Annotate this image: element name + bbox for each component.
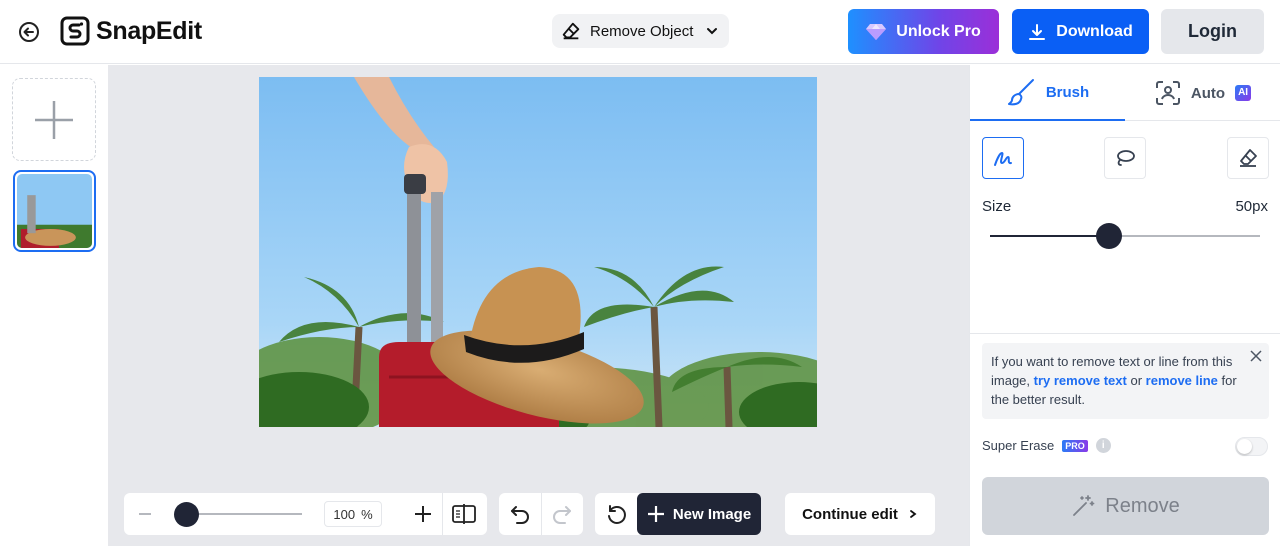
magic-wand-icon bbox=[1073, 495, 1095, 516]
toggle-knob bbox=[1237, 439, 1252, 454]
login-button[interactable]: Login bbox=[1161, 9, 1264, 54]
info-icon[interactable]: i bbox=[1095, 438, 1111, 453]
download-label: Download bbox=[1056, 22, 1133, 40]
thumbnail-image bbox=[17, 174, 92, 248]
redo-icon bbox=[553, 506, 571, 524]
divider bbox=[442, 493, 443, 535]
size-label: Size bbox=[982, 198, 1012, 215]
ai-badge: AI bbox=[1235, 85, 1252, 101]
chevron-down-icon bbox=[707, 28, 717, 35]
super-erase-toggle[interactable] bbox=[1235, 437, 1268, 456]
tip-box: If you want to remove text or line from … bbox=[982, 343, 1269, 419]
editor-canvas: 100 % New Image Continue edit bbox=[108, 65, 969, 546]
remove-line-link[interactable]: remove line bbox=[1146, 373, 1218, 388]
zoom-in-button[interactable] bbox=[412, 503, 434, 525]
tab-brush-label: Brush bbox=[1045, 83, 1090, 101]
undo-redo-group bbox=[499, 493, 583, 535]
tab-brush[interactable]: Brush bbox=[970, 65, 1125, 121]
zoom-slider-handle[interactable] bbox=[174, 502, 199, 527]
zoom-unit: % bbox=[361, 506, 373, 522]
gem-icon bbox=[866, 23, 887, 40]
compare-button[interactable] bbox=[451, 502, 477, 526]
divider bbox=[541, 493, 542, 535]
undo-icon bbox=[511, 506, 529, 524]
size-slider-handle[interactable] bbox=[1095, 223, 1122, 249]
plus-icon bbox=[35, 100, 73, 139]
back-button[interactable] bbox=[16, 19, 42, 45]
image-list-sidebar bbox=[0, 65, 108, 546]
snapedit-logo-icon bbox=[60, 16, 90, 46]
tip-text-2: or bbox=[1126, 373, 1146, 388]
add-image-button[interactable] bbox=[12, 78, 96, 161]
tool-select-dropdown[interactable]: Remove Object bbox=[552, 14, 729, 48]
reset-icon bbox=[608, 505, 626, 524]
image-thumbnail[interactable] bbox=[13, 170, 96, 252]
compare-icon bbox=[452, 504, 476, 524]
zoom-value-field[interactable]: 100 % bbox=[324, 501, 382, 527]
eraser-mode-icon bbox=[1240, 149, 1257, 167]
download-icon bbox=[1029, 23, 1046, 40]
panel-divider bbox=[970, 333, 1280, 334]
brush-mode-button[interactable] bbox=[982, 137, 1024, 179]
download-button[interactable]: Download bbox=[1012, 9, 1149, 54]
zoom-out-button[interactable] bbox=[134, 503, 156, 525]
tab-auto[interactable]: Auto AI bbox=[1125, 65, 1280, 121]
try-remove-text-link[interactable]: try remove text bbox=[1034, 373, 1127, 388]
redo-button[interactable] bbox=[549, 502, 575, 526]
close-icon[interactable] bbox=[1249, 349, 1263, 363]
zoom-controls: 100 % bbox=[124, 493, 487, 535]
unlock-pro-button[interactable]: Unlock Pro bbox=[848, 9, 999, 54]
reset-button[interactable] bbox=[604, 502, 630, 526]
tool-panel: Brush Auto AI Size 50px If you want to r… bbox=[969, 65, 1280, 546]
tool-select-label: Remove Object bbox=[590, 22, 694, 40]
reset-group bbox=[595, 493, 639, 535]
editable-photo[interactable] bbox=[259, 77, 817, 427]
new-image-label: New Image bbox=[672, 505, 752, 523]
tab-auto-label: Auto bbox=[1190, 84, 1226, 102]
plus-icon bbox=[647, 506, 664, 522]
plus-icon bbox=[415, 506, 431, 522]
top-bar: SnapEdit Remove Object Unlock Pro Downlo… bbox=[0, 0, 1280, 64]
brush-icon bbox=[1007, 79, 1034, 106]
remove-label: Remove bbox=[1105, 494, 1180, 517]
eraser-mode-button[interactable] bbox=[1227, 137, 1269, 179]
super-erase-label: Super Erase bbox=[982, 438, 1055, 453]
remove-button[interactable]: Remove bbox=[982, 477, 1269, 535]
lasso-icon bbox=[1117, 150, 1135, 166]
back-arrow-icon bbox=[19, 22, 39, 42]
undo-button[interactable] bbox=[507, 502, 533, 526]
size-slider-fill bbox=[990, 235, 1109, 237]
brand-logo[interactable]: SnapEdit bbox=[60, 15, 202, 47]
pro-badge: PRO bbox=[1062, 439, 1088, 452]
photo-suitcase-hat bbox=[259, 77, 817, 427]
zoom-value: 100 bbox=[333, 506, 356, 522]
minus-icon bbox=[139, 513, 151, 515]
new-image-button[interactable]: New Image bbox=[637, 493, 761, 535]
continue-edit-button[interactable]: Continue edit bbox=[785, 493, 935, 535]
brush-stroke-icon bbox=[994, 152, 1012, 166]
super-erase-row: Super Erase PRO i bbox=[982, 438, 1111, 453]
panel-tabs: Brush Auto AI bbox=[970, 65, 1280, 121]
lasso-mode-button[interactable] bbox=[1104, 137, 1146, 179]
zoom-slider-track[interactable] bbox=[186, 513, 302, 515]
unlock-pro-label: Unlock Pro bbox=[896, 22, 981, 40]
continue-edit-label: Continue edit bbox=[802, 505, 898, 523]
chevron-right-icon bbox=[910, 510, 917, 518]
size-value: 50px bbox=[1235, 198, 1268, 215]
scan-face-icon bbox=[1155, 81, 1180, 105]
eraser-icon bbox=[562, 22, 580, 40]
brand-name: SnapEdit bbox=[96, 16, 202, 45]
